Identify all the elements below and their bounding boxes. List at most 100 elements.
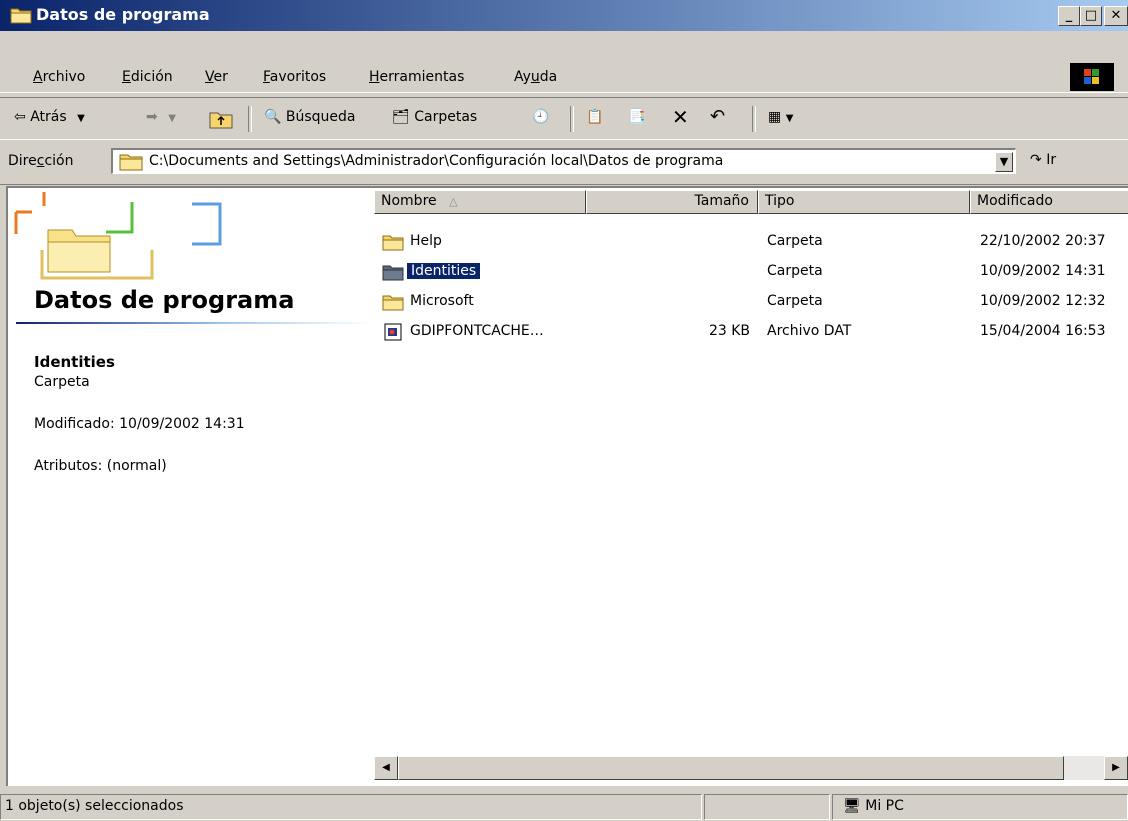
address-label-pre: Dire: [8, 153, 37, 169]
address-input[interactable]: C:\Documents and Settings\Administrador\…: [111, 148, 1016, 174]
toolbar-separator: [752, 106, 756, 132]
menu-ver[interactable]: Ver: [205, 69, 228, 85]
forward-arrow-icon: ➡: [146, 109, 158, 125]
address-path: C:\Documents and Settings\Administrador\…: [149, 153, 724, 169]
menu-favoritos[interactable]: Favoritos: [263, 69, 326, 85]
file-row-gdipfontcache[interactable]: GDIPFONTCACHE… 23 KB Archivo DAT 15/04/2…: [374, 318, 1128, 346]
selected-item-modified: Modificado: 10/09/2002 14:31: [34, 416, 245, 432]
undo-button[interactable]: ↶: [710, 106, 725, 127]
delete-button[interactable]: ✕: [672, 105, 689, 129]
back-label: Atrás: [30, 109, 67, 125]
horizontal-scrollbar[interactable]: ◀ ▶: [374, 756, 1128, 780]
menu-edicion[interactable]: Edición: [122, 69, 173, 85]
status-bar: 1 objeto(s) seleccionados 🖥 Mi PC: [0, 790, 1128, 821]
file-size: 23 KB: [708, 323, 750, 339]
selected-item-name: Identities: [34, 353, 115, 371]
status-selection-text: 1 objeto(s) seleccionados: [5, 798, 184, 814]
file-name-selected: Identities: [407, 263, 481, 279]
search-label: Búsqueda: [285, 109, 356, 125]
file-type: Carpeta: [767, 233, 823, 249]
column-header-modified[interactable]: Modificado: [970, 190, 1128, 214]
menu-ver-key: V: [205, 69, 214, 85]
move-to-icon: 📋: [586, 109, 604, 125]
folder-banner-icon: [14, 192, 222, 280]
search-icon: 🔍: [264, 109, 282, 125]
folders-icon: 🗂: [392, 109, 410, 125]
panel-divider: [16, 322, 374, 324]
copy-to-button[interactable]: 📑: [628, 109, 645, 125]
scroll-thumb[interactable]: [398, 756, 1064, 780]
column-header-size-label: Tamaño: [694, 193, 749, 209]
file-modified: 10/09/2002 12:32: [980, 293, 1106, 309]
title-bar[interactable]: Datos de programa _ □ ✕: [0, 0, 1128, 31]
history-button[interactable]: 🕘: [532, 109, 549, 125]
status-selection: 1 objeto(s) seleccionados: [0, 794, 702, 820]
menu-archivo-key: A: [33, 69, 43, 85]
menu-archivo[interactable]: Archivo: [33, 69, 85, 85]
status-zone-text: Mi PC: [865, 798, 904, 814]
address-label: Dirección: [8, 153, 73, 169]
maximize-button[interactable]: □: [1080, 6, 1102, 26]
menu-herramientas-key: H: [369, 69, 380, 85]
column-header-size[interactable]: Tamaño: [586, 190, 758, 214]
history-icon: 🕘: [532, 109, 550, 125]
status-panel-empty: [704, 794, 830, 820]
search-button[interactable]: 🔍 Búsqueda: [264, 109, 356, 125]
delete-x-icon: ✕: [672, 105, 689, 129]
toolbar-separator: [248, 106, 252, 132]
status-zone: 🖥 Mi PC: [832, 794, 1128, 820]
file-row-help[interactable]: Help Carpeta 22/10/2002 20:37: [374, 228, 1128, 256]
folders-button[interactable]: 🗂 Carpetas: [392, 109, 477, 125]
panel-title: Datos de programa: [34, 286, 295, 314]
scroll-left-button[interactable]: ◀: [374, 756, 398, 780]
file-row-microsoft[interactable]: Microsoft Carpeta 10/09/2002 12:32: [374, 288, 1128, 316]
column-header-name-label: Nombre: [381, 193, 437, 209]
menu-favoritos-key: F: [263, 69, 270, 85]
folder-icon: [382, 295, 404, 311]
web-view-panel: Datos de programa Identities Carpeta Mod…: [8, 188, 374, 786]
move-to-button[interactable]: 📋: [586, 109, 603, 125]
undo-icon: ↶: [710, 106, 726, 127]
back-arrow-icon: ⇦: [14, 109, 26, 125]
forward-button[interactable]: ➡ ▼: [146, 109, 176, 125]
file-modified: 22/10/2002 20:37: [980, 233, 1106, 249]
my-computer-icon: 🖥: [843, 798, 861, 814]
scroll-right-button[interactable]: ▶: [1104, 756, 1128, 780]
menu-favoritos-label: avoritos: [269, 69, 327, 85]
selected-item-type: Carpeta: [34, 374, 90, 390]
close-button[interactable]: ✕: [1104, 6, 1128, 26]
menu-herramientas[interactable]: Herramientas: [369, 69, 464, 85]
menu-bar: Archivo Edición Ver Favoritos Herramient…: [0, 60, 1128, 93]
go-button[interactable]: ↷ Ir: [1030, 152, 1056, 168]
views-button[interactable]: ▦ ▼: [768, 109, 793, 125]
menu-ayuda[interactable]: Ayuda: [514, 69, 557, 85]
file-modified: 10/09/2002 14:31: [980, 263, 1106, 279]
sort-ascending-icon: △: [449, 195, 458, 208]
file-list: Nombre △ Tamaño Tipo Modificado Help Car…: [374, 188, 1128, 786]
column-header-modified-label: Modificado: [977, 193, 1053, 209]
file-name: Microsoft: [410, 293, 474, 309]
window-title: Datos de programa: [36, 5, 210, 24]
file-type: Archivo DAT: [767, 323, 852, 339]
file-row-identities[interactable]: Identities Carpeta 10/09/2002 14:31: [374, 258, 1128, 286]
menu-herramientas-label: erramientas: [379, 69, 465, 85]
menu-archivo-label: rchivo: [42, 69, 86, 85]
folder-up-icon[interactable]: [208, 108, 234, 130]
file-type: Carpeta: [767, 293, 823, 309]
go-label: Ir: [1046, 152, 1057, 168]
menu-edicion-key: E: [122, 69, 131, 85]
file-type: Carpeta: [767, 263, 823, 279]
file-modified: 15/04/2004 16:53: [980, 323, 1106, 339]
folder-icon: [119, 154, 143, 171]
back-button[interactable]: ⇦ Atrás ▼: [14, 109, 85, 125]
chevron-down-icon: ▼: [77, 113, 85, 124]
column-header-type[interactable]: Tipo: [758, 190, 970, 214]
scroll-right-arrow-icon: ▶: [1112, 762, 1120, 773]
address-label-rest: ción: [44, 153, 74, 169]
column-header-name[interactable]: Nombre △: [374, 190, 586, 214]
address-dropdown-button[interactable]: ▼: [995, 152, 1013, 172]
folder-icon: [10, 8, 32, 24]
minimize-button[interactable]: _: [1058, 6, 1080, 26]
folder-icon: [382, 265, 404, 281]
